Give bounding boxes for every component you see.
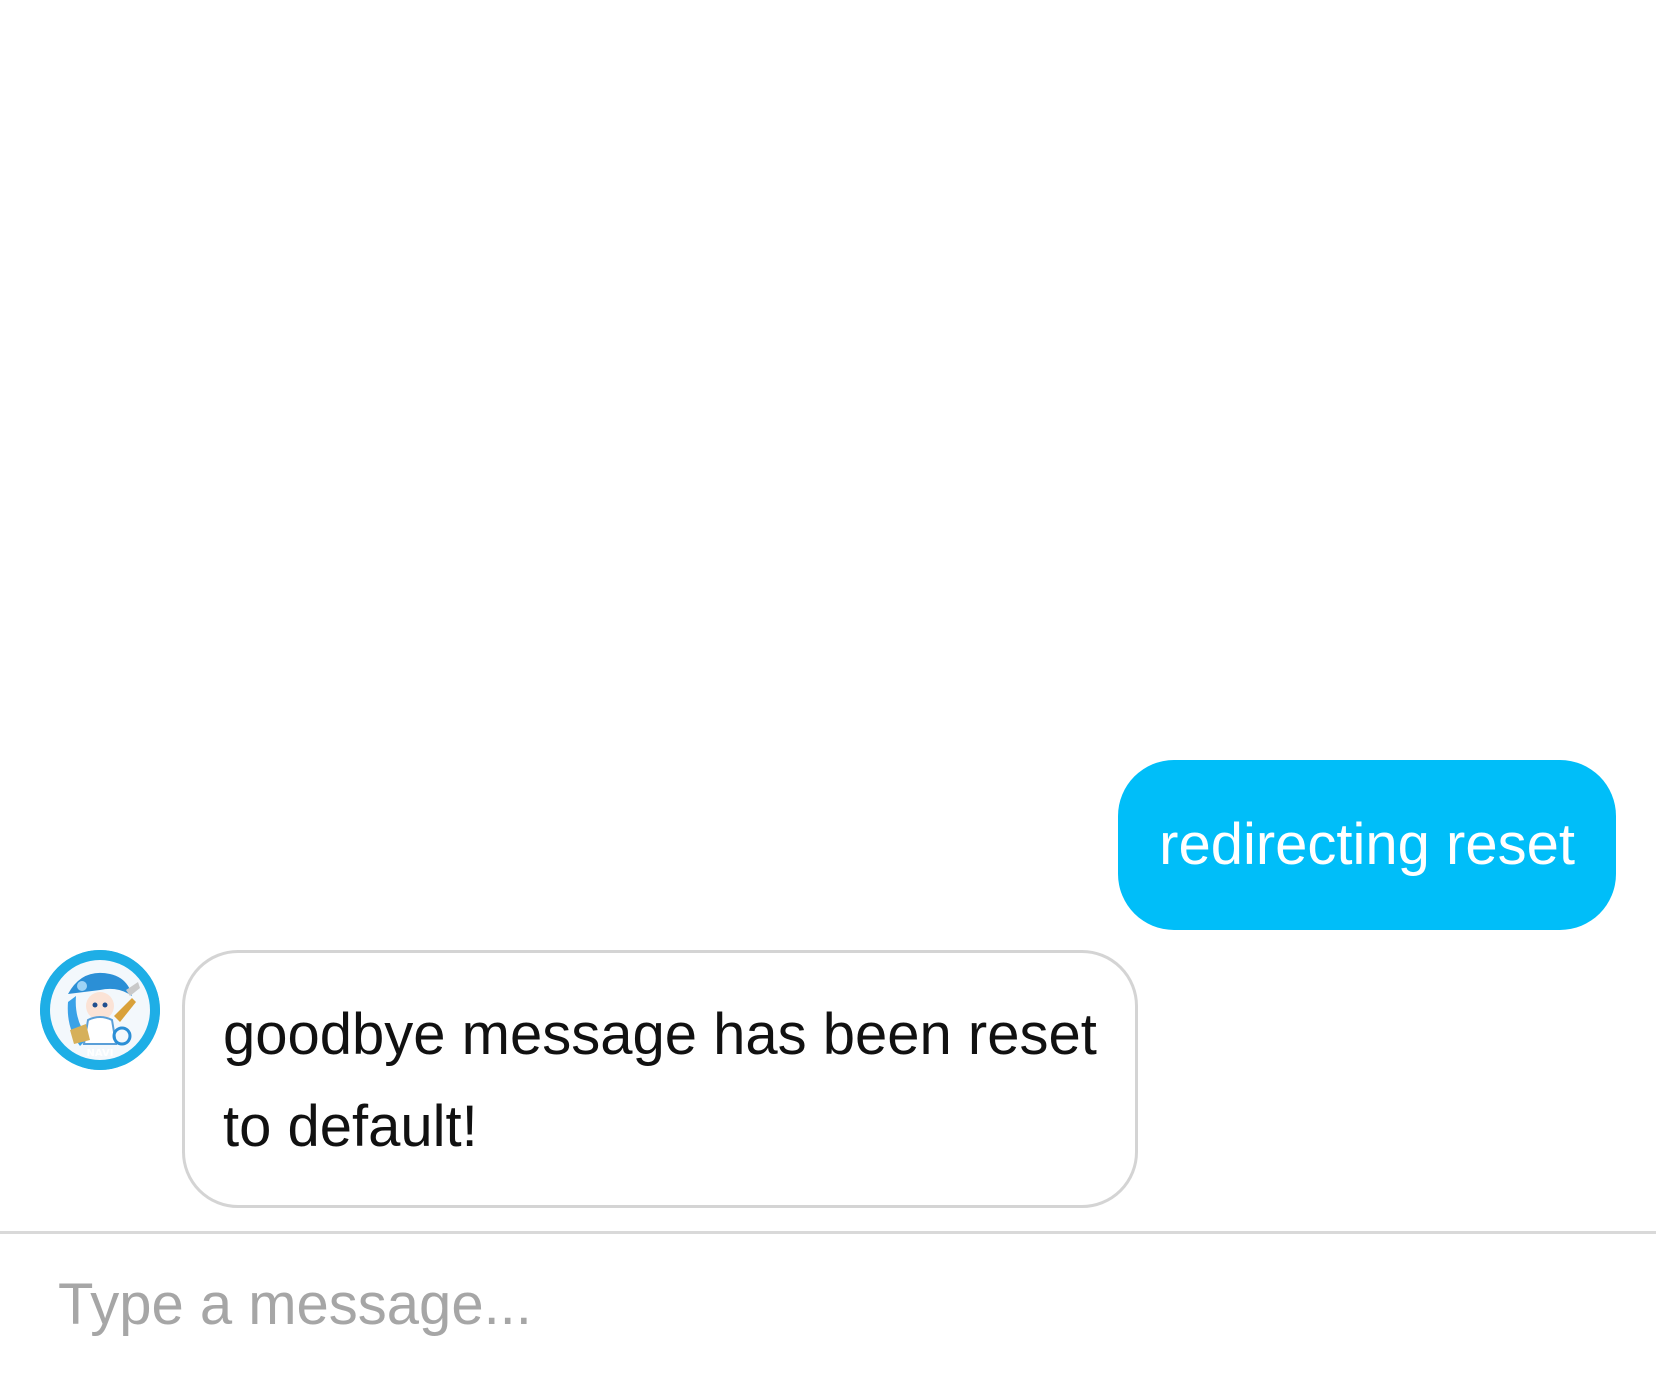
message-input[interactable]: [58, 1254, 1618, 1354]
user-message-bubble: redirecting reset: [1118, 760, 1616, 930]
message-composer: [0, 1234, 1656, 1392]
bot-message-bubble: goodbye message has been reset to defaul…: [182, 950, 1138, 1208]
message-list[interactable]: redirecting reset NAVI goodbye message h…: [0, 0, 1656, 1232]
chat-window: redirecting reset NAVI goodbye message h…: [0, 0, 1656, 1392]
avatar-badge-text: NAVI: [86, 1048, 114, 1059]
bot-avatar[interactable]: NAVI: [40, 950, 160, 1070]
